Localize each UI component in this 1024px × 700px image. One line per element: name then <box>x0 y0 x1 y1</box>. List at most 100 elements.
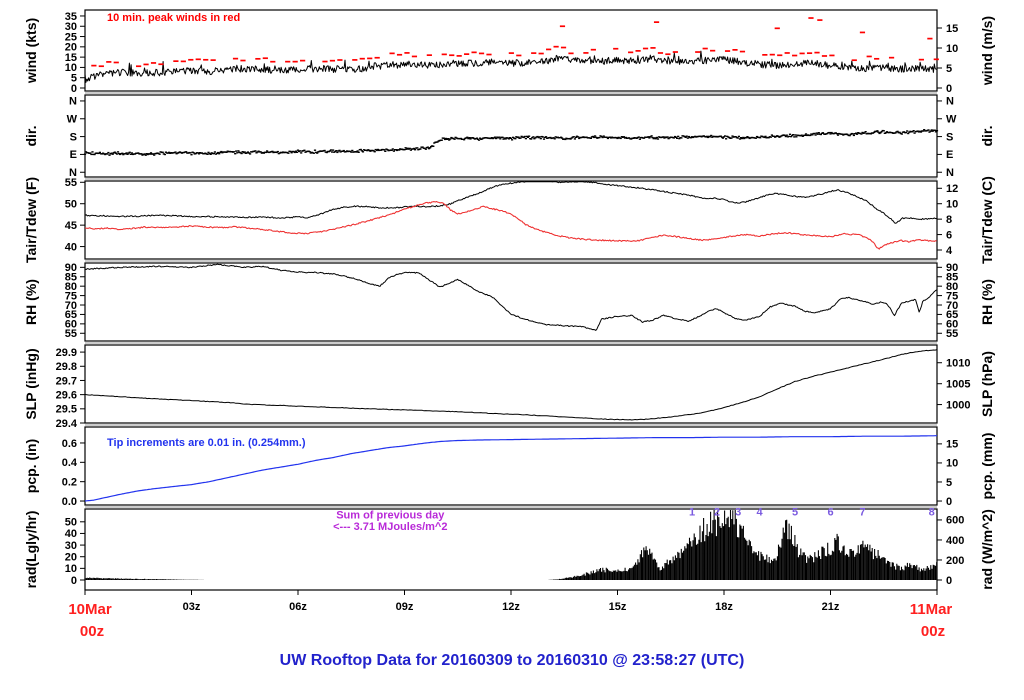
panel-rh: 55606570758085905560657075808590RH (%) RH… <box>23 262 995 344</box>
rad-event-marker: 3 <box>735 506 741 518</box>
x-tick-label: 09z <box>396 601 414 613</box>
x-tick-label: 18z <box>715 601 733 613</box>
tick-label: 29.4 <box>56 418 78 430</box>
tick-label: 0 <box>946 83 952 95</box>
rad-event-marker: 2 <box>714 506 720 518</box>
plot-canvas: 05101520253035051015wind (kts) wind (m/s)… <box>23 9 995 640</box>
figure-title: UW Rooftop Data for 20160309 to 20160310… <box>279 652 745 669</box>
panel-pcp: 0.0 0.2 0.4 0.6 0 5 10 15 pcp. (in) pcp. (mm) Tip … <box>23 426 995 508</box>
rad-event-marker: 1 <box>689 506 695 518</box>
tick-label: 10 <box>946 43 958 55</box>
tick-label: 40 <box>65 241 77 253</box>
panel-tair-tdew: 40 45 50 55 4 6 8 10 12 Tair/Tdew (F) Tair/Tdew (C… <box>23 176 995 264</box>
panel-slp: 29.4 29.5 29.6 29.7 29.8 29.9 1000 1005 1010 SLP … <box>23 344 995 430</box>
tick-label: 15 <box>946 23 958 35</box>
weather-multipanel-figure: 0 5 10 15 20 25 30 35 0 5 10 15 wind (kts) wind (m/s)… <box>0 0 1024 700</box>
end-date-label: 00z <box>921 623 945 640</box>
panel-frame-tair-tdew <box>84 180 938 260</box>
tick-label: W <box>67 114 78 126</box>
tick-label: 400 <box>946 535 964 547</box>
axis-label-wind-left: wind (kts) <box>23 18 39 84</box>
tick-label: 8 <box>946 214 952 226</box>
tick-label: 20 <box>65 552 77 564</box>
rad-event-marker: 4 <box>756 506 763 518</box>
tick-label: 0.0 <box>62 496 77 508</box>
tick-label: S <box>946 131 953 143</box>
panel-rad: 010203040500200400600rad(Lgly/hr) rad (W/… <box>23 506 995 591</box>
wind-series-line <box>84 50 938 83</box>
tick-label: 90 <box>65 262 77 274</box>
tick-label: 0.6 <box>62 438 77 450</box>
tick-label: 45 <box>65 220 77 232</box>
x-tick-label: 21z <box>822 601 840 613</box>
axis-label-pcp-left: pcp. (in) <box>23 439 39 493</box>
tick-label: 5 <box>946 63 952 75</box>
axis-label-rh-left: RH (%) <box>23 279 39 325</box>
tick-label: 29.8 <box>56 361 77 373</box>
tick-label: 40 <box>65 528 77 540</box>
panel-dir: NESWNNESWNdir. dir. <box>23 94 995 180</box>
tick-label: 35 <box>65 11 77 23</box>
tick-label: 20 <box>65 42 77 54</box>
tick-label: 0.2 <box>62 476 77 488</box>
axis-label-dir-left: dir. <box>23 125 39 146</box>
tick-label: 25 <box>65 31 77 43</box>
tick-label: 29.6 <box>56 389 77 401</box>
tick-label: 0 <box>71 575 77 587</box>
tick-label: 600 <box>946 515 964 527</box>
axis-label-rad-right: rad (W/m^2) <box>979 509 995 590</box>
rad-event-marker: 5 <box>792 506 798 518</box>
tick-label: N <box>946 96 954 108</box>
tick-label: 4 <box>946 245 953 257</box>
tick-label: W <box>946 114 957 126</box>
x-axis: 03z 06z 09z 12z 15z 18z 21z 10Mar 00z 11Mar 00z <box>68 590 952 640</box>
tick-label: 55 <box>65 177 77 189</box>
tick-label: 10 <box>65 563 77 575</box>
end-date-label: 11Mar <box>910 601 953 618</box>
rad-annotation-1: <--- 3.71 MJoules/m^2 <box>333 521 447 533</box>
tick-label: 6 <box>946 229 952 241</box>
tick-label: 50 <box>65 517 77 529</box>
tick-label: N <box>69 96 77 108</box>
x-tick-label: 15z <box>609 601 627 613</box>
tick-label: 90 <box>946 262 958 274</box>
x-tick-label: 12z <box>502 601 520 613</box>
rad-event-marker: 7 <box>859 506 865 518</box>
peak-wind-dashes <box>91 17 939 68</box>
rad-bars <box>84 510 938 580</box>
tick-label: 1005 <box>946 379 970 391</box>
start-date-label: 00z <box>80 623 104 640</box>
axis-label-tair-tdew-right: Tair/Tdew (C) <box>979 176 995 264</box>
tick-label: E <box>70 149 77 161</box>
axis-label-rh-right: RH (%) <box>979 279 995 325</box>
start-date-label: 10Mar <box>68 601 112 618</box>
axis-label-wind-right: wind (m/s) <box>979 16 995 86</box>
axis-label-slp-left: SLP (inHg) <box>23 348 39 419</box>
rh-series-line <box>84 263 937 331</box>
panel-wind: 05101520253035051015wind (kts) wind (m/s)… <box>23 9 995 95</box>
axis-label-slp-right: SLP (hPa) <box>979 351 995 417</box>
tick-label: 15 <box>946 439 958 451</box>
tick-label: 0 <box>946 575 952 587</box>
axis-label-pcp-right: pcp. (mm) <box>979 433 995 500</box>
tick-label: 200 <box>946 555 964 567</box>
panel-frame-slp <box>84 344 938 424</box>
tick-label: N <box>946 167 954 179</box>
dir-scatter <box>83 129 939 156</box>
panel-frame-rh <box>84 262 938 342</box>
tick-label: 15 <box>65 52 77 64</box>
tick-label: 0 <box>946 496 952 508</box>
tick-label: 5 <box>71 73 77 85</box>
x-tick-label: 03z <box>183 601 201 613</box>
rad-event-marker: 6 <box>827 506 833 518</box>
tick-label: S <box>70 131 77 143</box>
tair-tdew-series-line <box>84 200 937 250</box>
tick-label: 1010 <box>946 358 970 370</box>
tair-tdew-series-line <box>84 181 937 224</box>
tick-label: 30 <box>65 21 77 33</box>
tick-label: 5 <box>946 477 952 489</box>
tick-label: 1000 <box>946 399 970 411</box>
tick-label: 29.7 <box>56 375 77 387</box>
x-tick-label: 06z <box>289 601 307 613</box>
tick-label: 29.5 <box>56 404 77 416</box>
